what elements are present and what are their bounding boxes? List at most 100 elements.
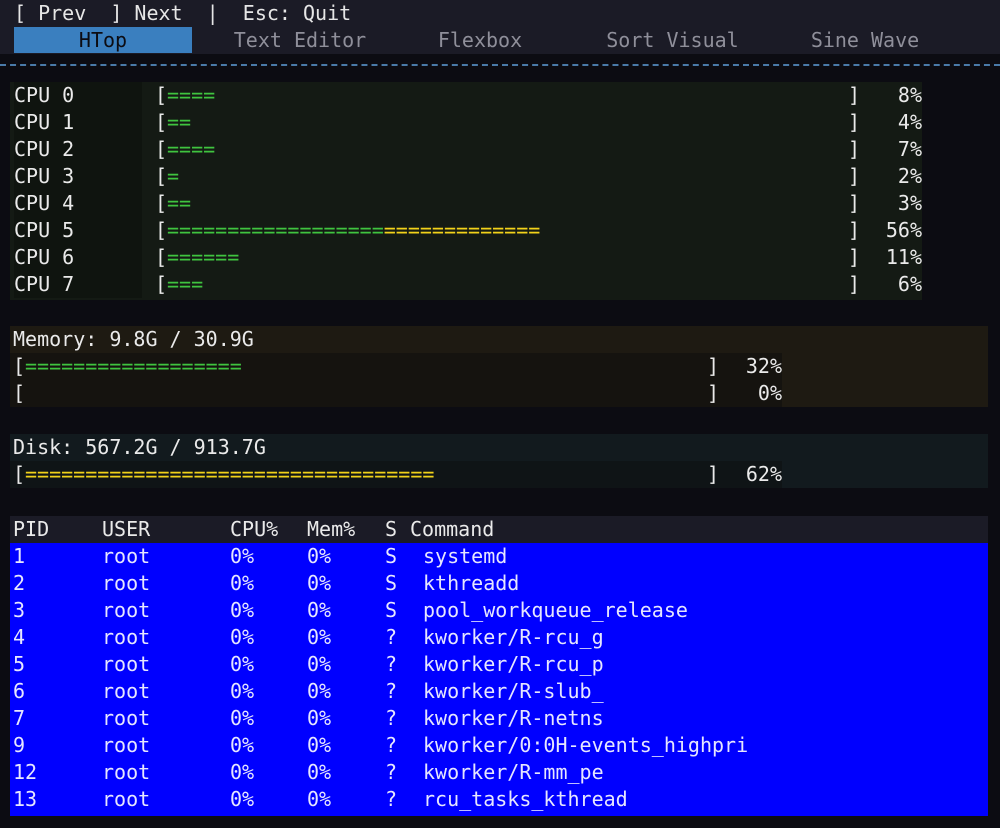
process-user: root xyxy=(102,625,151,649)
cpu-label-cell: CPU 6 xyxy=(14,244,142,271)
process-mem: 0% xyxy=(307,733,332,757)
cpu-label: CPU 4 xyxy=(14,191,75,215)
bar-fill-high: ============= xyxy=(383,218,541,242)
disk-bar-row: [==================================] 62% xyxy=(10,461,782,488)
cpu-label-cell: CPU 5 xyxy=(14,217,142,244)
process-row[interactable]: 3 root 0% 0% Spool_workqueue_release xyxy=(10,597,988,624)
process-user: root xyxy=(102,544,151,568)
process-mem: 0% xyxy=(307,760,332,784)
process-row[interactable]: 13 root 0% 0%? rcu_tasks_kthread xyxy=(10,786,988,813)
memory-panel: Memory: 9.8G / 30.9G [==================… xyxy=(10,326,988,407)
bar-close-bracket: ] xyxy=(848,110,861,134)
bar-close-bracket: ] xyxy=(848,272,861,296)
cpu-label: CPU 3 xyxy=(14,164,75,188)
tab-bar: HTop Text Editor Flexbox Sort Visual Sin… xyxy=(0,27,1000,54)
bar-open-bracket: [ xyxy=(155,272,168,296)
header-command[interactable]: Command xyxy=(410,516,494,543)
process-pid: 13 xyxy=(13,787,38,811)
header-user[interactable]: USER xyxy=(102,516,150,543)
cpu-usage-bar: ==== xyxy=(167,82,215,109)
process-user: root xyxy=(102,787,151,811)
cpu-row: CPU 6 [======] 11% xyxy=(10,244,922,271)
process-state: ? xyxy=(385,760,398,784)
process-pid: 6 xyxy=(13,679,26,703)
process-command: pool_workqueue_release xyxy=(423,598,688,622)
header-cpu[interactable]: CPU% xyxy=(230,516,278,543)
process-mem: 0% xyxy=(307,679,332,703)
tab-sine-wave[interactable]: Sine Wave xyxy=(790,27,940,53)
process-user: root xyxy=(102,760,151,784)
disk-panel: Disk: 567.2G / 913.7G [=================… xyxy=(10,434,988,488)
process-state: ? xyxy=(385,706,398,730)
process-pid: 5 xyxy=(13,652,26,676)
process-pid: 3 xyxy=(13,598,26,622)
cpu-percent: 2% xyxy=(897,164,922,188)
cpu-usage-bar: == xyxy=(167,190,191,217)
bar-close-bracket: ] xyxy=(848,218,861,242)
process-cpu: 0% xyxy=(230,625,255,649)
cpu-panel: CPU 0[====] 8% CPU 1[==] 4% CPU 2[====] 7% CPU… xyxy=(10,82,922,300)
header-pid[interactable]: PID xyxy=(13,516,49,543)
bar-close-bracket: ] xyxy=(707,381,720,405)
process-state: ? xyxy=(385,625,398,649)
process-user: root xyxy=(102,652,151,676)
process-row[interactable]: 12 root 0% 0%? kworker/R-mm_pe xyxy=(10,759,988,786)
cpu-label: CPU 0 xyxy=(14,83,75,107)
process-command: kworker/0:0H-events_highpri xyxy=(423,733,749,757)
bar-open-bracket: [ xyxy=(155,83,168,107)
cpu-percent: 4% xyxy=(897,110,922,134)
process-pid: 1 xyxy=(13,544,26,568)
bar-open-bracket: [ xyxy=(155,191,168,215)
cpu-row: CPU 5[===============================] 56… xyxy=(10,217,922,244)
tab-sort-visual[interactable]: Sort Visual xyxy=(590,27,755,53)
process-pid: 4 xyxy=(13,625,26,649)
process-command: kthreadd xyxy=(423,571,520,595)
process-row[interactable]: 9 root 0% 0%? kworker/0:0H-events_highpri xyxy=(10,732,988,759)
bar-fill-high: ================================== xyxy=(25,462,435,486)
cpu-percent: 3% xyxy=(897,191,922,215)
cpu-label-cell: CPU 0 xyxy=(14,82,142,109)
process-state: S xyxy=(385,598,398,622)
process-command: kworker/R-mm_pe xyxy=(423,760,604,784)
process-command: kworker/R-slub_ xyxy=(423,679,604,703)
bar-open-bracket: [ xyxy=(155,218,168,242)
cpu-usage-bar: ====== xyxy=(167,244,239,271)
cpu-label: CPU 1 xyxy=(14,110,75,134)
process-row[interactable]: 1 root 0% 0% Ssystemd xyxy=(10,543,988,570)
cpu-usage-bar: =============================== xyxy=(167,217,540,244)
process-row[interactable]: 7 root 0% 0%? kworker/R-netns xyxy=(10,705,988,732)
process-mem: 0% xyxy=(307,544,332,568)
bar-open-bracket: [ xyxy=(155,164,168,188)
process-cpu: 0% xyxy=(230,787,255,811)
process-mem: 0% xyxy=(307,652,332,676)
process-state: ? xyxy=(385,733,398,757)
process-row[interactable]: 2 root 0% 0% Skthreadd xyxy=(10,570,988,597)
bar-close-bracket: ] xyxy=(707,354,720,378)
process-cpu: 0% xyxy=(230,544,255,568)
cpu-label-cell: CPU 3 xyxy=(14,163,142,190)
tab-htop[interactable]: HTop xyxy=(14,27,192,53)
process-cpu: 0% xyxy=(230,571,255,595)
tab-flexbox[interactable]: Flexbox xyxy=(395,27,565,53)
header-state[interactable]: S xyxy=(385,516,397,543)
header-mem[interactable]: Mem% xyxy=(307,516,355,543)
process-state: S xyxy=(385,571,398,595)
memory-percent: 0% xyxy=(757,381,782,405)
tab-text-editor[interactable]: Text Editor xyxy=(210,27,390,53)
cpu-label: CPU 2 xyxy=(14,137,75,161)
process-row[interactable]: 4 root 0% 0%? kworker/R-rcu_g xyxy=(10,624,988,651)
bar-close-bracket: ] xyxy=(848,137,861,161)
process-row[interactable]: 5 root 0% 0%? kworker/R-rcu_p xyxy=(10,651,988,678)
bar-fill-low: = xyxy=(167,164,180,188)
cpu-row: CPU 3 [=] 2% xyxy=(10,163,922,190)
process-row[interactable]: 6 root 0% 0%? kworker/R-slub_ xyxy=(10,678,988,705)
cpu-row: CPU 1 [==] 4% xyxy=(10,109,922,136)
process-user: root xyxy=(102,679,151,703)
process-command: kworker/R-rcu_g xyxy=(423,625,604,649)
memory-title: Memory: 9.8G / 30.9G xyxy=(13,327,254,351)
bar-fill-low: ================== xyxy=(167,218,384,242)
bar-fill-low: ==== xyxy=(167,137,216,161)
cpu-usage-bar: == xyxy=(167,109,191,136)
cpu-label: CPU 7 xyxy=(14,272,75,296)
memory-usage-bar: ================== xyxy=(25,353,242,380)
